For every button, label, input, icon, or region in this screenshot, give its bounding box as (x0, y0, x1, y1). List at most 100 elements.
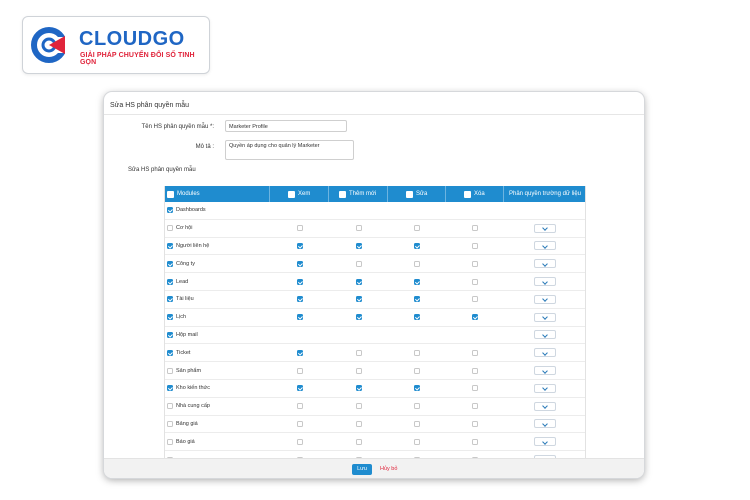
del-checkbox[interactable] (472, 278, 478, 285)
view-checkbox[interactable] (296, 349, 303, 356)
add-checkbox[interactable] (355, 314, 362, 321)
field-permission-dropdown[interactable] (534, 223, 556, 233)
module-enable-checkbox[interactable] (167, 260, 173, 267)
del-checkbox[interactable] (472, 403, 478, 410)
edit-checkbox[interactable] (414, 403, 420, 410)
field-permission-dropdown[interactable] (534, 259, 556, 269)
module-enable-checkbox[interactable] (167, 438, 173, 445)
edit-checkbox[interactable] (414, 242, 420, 249)
field-permission-dropdown[interactable] (534, 241, 556, 251)
profile-name-input[interactable]: Marketer Profile (225, 120, 347, 132)
edit-checkbox[interactable] (414, 314, 420, 321)
view-checkbox[interactable] (296, 367, 303, 374)
field-permission-dropdown[interactable] (534, 401, 556, 411)
del-checkbox[interactable] (472, 242, 478, 249)
module-enable-checkbox[interactable] (167, 385, 173, 392)
field-permission-dropdown[interactable] (534, 366, 556, 376)
field-permission-dropdown[interactable] (534, 437, 556, 447)
edit-checkbox[interactable] (414, 367, 420, 374)
del-checkbox[interactable] (472, 438, 478, 445)
del-checkbox[interactable] (472, 420, 478, 427)
description-textarea[interactable]: Quyền áp dụng cho quản lý Marketer (225, 140, 354, 160)
module-enable-checkbox[interactable] (167, 331, 173, 338)
header-add-label: Thêm mới (349, 191, 377, 197)
panel-title: Sửa HS phân quyền mẫu (110, 102, 190, 109)
select-all-edit-checkbox[interactable] (406, 190, 413, 198)
select-all-modules-checkbox[interactable] (167, 190, 174, 198)
view-checkbox[interactable] (296, 242, 303, 249)
module-enable-checkbox[interactable] (167, 403, 173, 410)
module-name: Sản phẩm (176, 367, 202, 374)
add-checkbox[interactable] (355, 438, 362, 445)
del-checkbox[interactable] (472, 296, 478, 303)
del-cell (446, 398, 504, 415)
module-enable-checkbox[interactable] (167, 278, 173, 285)
add-checkbox[interactable] (355, 260, 362, 267)
field-permission-dropdown[interactable] (534, 383, 556, 393)
cancel-button[interactable]: Hủy bỏ (380, 464, 397, 475)
view-checkbox[interactable] (296, 438, 303, 445)
view-checkbox[interactable] (296, 225, 303, 232)
edit-checkbox[interactable] (414, 420, 420, 427)
del-checkbox[interactable] (472, 314, 478, 321)
del-checkbox[interactable] (472, 225, 478, 232)
select-all-delete-checkbox[interactable] (464, 190, 471, 198)
view-checkbox[interactable] (296, 260, 303, 267)
del-checkbox[interactable] (472, 260, 478, 267)
field-permission-dropdown[interactable] (534, 312, 556, 322)
header-add: Thêm mới (329, 186, 388, 202)
del-checkbox[interactable] (472, 349, 478, 356)
view-checkbox[interactable] (296, 278, 303, 285)
add-checkbox[interactable] (355, 225, 362, 232)
field-permission-dropdown[interactable] (534, 294, 556, 304)
field-permission-cell (504, 291, 586, 308)
add-checkbox[interactable] (355, 278, 362, 285)
select-all-add-checkbox[interactable] (339, 190, 346, 198)
module-cell: Dashboards (164, 202, 270, 219)
view-checkbox[interactable] (296, 385, 303, 392)
edit-checkbox[interactable] (414, 260, 420, 267)
field-permission-dropdown[interactable] (534, 419, 556, 429)
module-cell: Kho kiến thức (164, 380, 270, 397)
field-permission-dropdown[interactable] (534, 277, 556, 287)
module-enable-checkbox[interactable] (167, 207, 173, 214)
edit-checkbox[interactable] (414, 349, 420, 356)
module-enable-checkbox[interactable] (167, 242, 173, 249)
edit-checkbox[interactable] (414, 278, 420, 285)
module-enable-checkbox[interactable] (167, 420, 173, 427)
module-cell: Người liên hệ (164, 238, 270, 255)
view-cell (270, 380, 329, 397)
table-row: Báo giá (164, 433, 586, 452)
add-checkbox[interactable] (355, 296, 362, 303)
module-enable-checkbox[interactable] (167, 296, 173, 303)
permissions-section-label: Sửa HS phân quyền mẫu (128, 167, 196, 173)
view-checkbox[interactable] (296, 296, 303, 303)
edit-cell (388, 362, 446, 379)
module-enable-checkbox[interactable] (167, 349, 173, 356)
del-checkbox[interactable] (472, 367, 478, 374)
field-permission-cell (504, 416, 586, 433)
module-enable-checkbox[interactable] (167, 314, 173, 321)
edit-checkbox[interactable] (414, 438, 420, 445)
select-all-view-checkbox[interactable] (288, 190, 295, 198)
del-checkbox[interactable] (472, 385, 478, 392)
add-checkbox[interactable] (355, 367, 362, 374)
edit-checkbox[interactable] (414, 385, 420, 392)
del-cell (446, 362, 504, 379)
view-checkbox[interactable] (296, 314, 303, 321)
add-checkbox[interactable] (355, 403, 362, 410)
view-checkbox[interactable] (296, 403, 303, 410)
add-checkbox[interactable] (355, 242, 362, 249)
add-checkbox[interactable] (355, 420, 362, 427)
field-permission-dropdown[interactable] (534, 348, 556, 358)
view-checkbox[interactable] (296, 420, 303, 427)
edit-checkbox[interactable] (414, 225, 420, 232)
edit-checkbox[interactable] (414, 296, 420, 303)
field-permission-dropdown[interactable] (534, 330, 556, 340)
module-enable-checkbox[interactable] (167, 367, 173, 374)
module-enable-checkbox[interactable] (167, 225, 173, 232)
save-button[interactable]: Lưu (352, 464, 372, 475)
add-checkbox[interactable] (355, 349, 362, 356)
edit-cell (388, 416, 446, 433)
add-checkbox[interactable] (355, 385, 362, 392)
